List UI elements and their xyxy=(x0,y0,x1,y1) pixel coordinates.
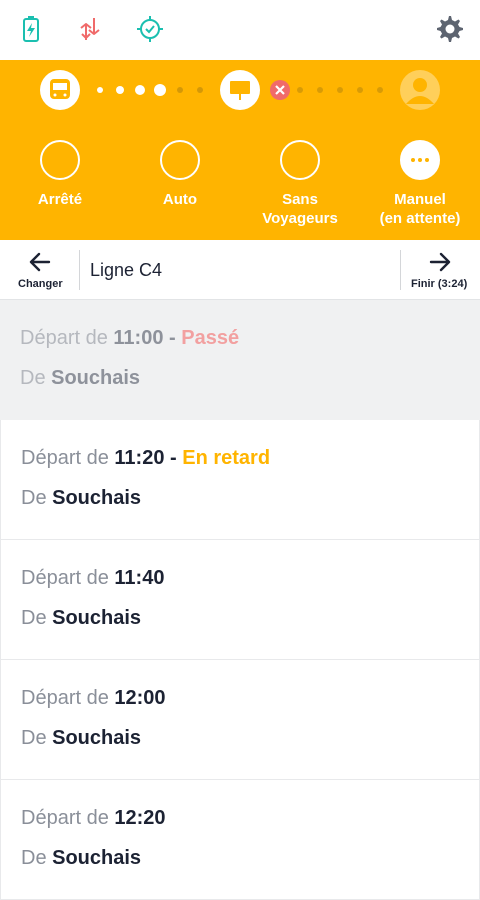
departure-prefix: Départ de xyxy=(21,807,115,829)
departure-title: Départ de 12:20 xyxy=(21,807,166,830)
mode-radio-circle-selected[interactable] xyxy=(400,140,440,180)
origin-prefix: De xyxy=(20,367,52,389)
mode-no-passengers[interactable]: Sans Voyageurs xyxy=(240,140,360,240)
departure-time: 11:00 xyxy=(113,327,164,349)
departure-origin: De Souchais xyxy=(21,847,141,870)
mode-label: Auto xyxy=(162,191,198,208)
origin-prefix: De xyxy=(21,847,53,869)
gps-target-check-icon[interactable] xyxy=(135,14,165,44)
departure-row[interactable]: Départ de 11:20 - En retard De Souchais xyxy=(0,420,480,540)
mode-auto[interactable]: Auto xyxy=(120,140,240,240)
departure-title: Départ de 11:40 xyxy=(21,567,164,590)
arrow-right-icon xyxy=(429,252,451,272)
finish-trip-label: Finir (3:24) xyxy=(411,278,468,290)
origin-stop: Souchais xyxy=(52,727,142,749)
mode-label: Arrêté xyxy=(37,191,83,208)
mode-radio-circle[interactable] xyxy=(160,140,200,180)
more-dots-icon xyxy=(411,158,429,162)
departure-row[interactable]: Départ de 11:00 - Passé De Souchais xyxy=(0,300,480,420)
trip-progress-bar xyxy=(40,70,440,110)
origin-stop: Souchais xyxy=(52,607,142,629)
departure-title: Départ de 12:00 xyxy=(21,687,166,710)
battery-charging-icon[interactable] xyxy=(16,14,46,44)
data-transfer-icon[interactable] xyxy=(75,14,105,44)
departure-row[interactable]: Départ de 11:40 De Souchais xyxy=(0,540,480,660)
mode-radio-circle[interactable] xyxy=(40,140,80,180)
departure-title: Départ de 11:20 - En retard xyxy=(21,447,270,470)
departure-prefix: Départ de xyxy=(20,327,114,349)
settings-gear-icon[interactable] xyxy=(435,14,465,44)
departure-prefix: Départ de xyxy=(21,447,115,469)
current-line-name: Ligne C4 xyxy=(90,260,163,280)
status-badge: En retard xyxy=(182,447,271,469)
mode-manual-pending[interactable]: Manuel (en attente) xyxy=(360,140,480,240)
departure-row[interactable]: Départ de 12:20 De Souchais xyxy=(0,780,480,900)
departure-row[interactable]: Départ de 12:00 De Souchais xyxy=(0,660,480,780)
origin-prefix: De xyxy=(21,607,53,629)
mode-radio-circle[interactable] xyxy=(280,140,320,180)
arrow-left-icon xyxy=(29,252,51,272)
change-line-label: Changer xyxy=(18,278,63,290)
origin-stop: Souchais xyxy=(51,367,141,389)
departure-origin: De Souchais xyxy=(21,727,141,750)
top-status-bar xyxy=(0,0,480,60)
bus-icon xyxy=(40,70,80,110)
departure-time: 11:40 xyxy=(114,567,165,589)
origin-prefix: De xyxy=(21,487,53,509)
finish-trip-button[interactable]: Finir (3:24) xyxy=(401,240,480,300)
departure-prefix: Départ de xyxy=(21,567,115,589)
change-line-button[interactable]: Changer xyxy=(0,240,80,300)
departure-time: 11:20 xyxy=(114,447,165,469)
mode-label: Sans Voyageurs xyxy=(262,191,338,227)
bus-stop-icon xyxy=(220,70,260,110)
vehicle-status-panel: Arrêté Auto Sans Voyageurs Manuel (en at… xyxy=(0,60,480,240)
departure-time: 12:00 xyxy=(114,687,166,709)
line-navigation-bar: Changer Ligne C4 Finir (3:24) xyxy=(0,240,480,300)
origin-stop: Souchais xyxy=(52,847,142,869)
departures-list: Départ de 11:00 - Passé De Souchais Dépa… xyxy=(0,300,480,900)
origin-stop: Souchais xyxy=(52,487,142,509)
departure-prefix: Départ de xyxy=(21,687,115,709)
close-x-icon xyxy=(270,80,290,100)
divider xyxy=(79,250,80,290)
departure-origin: De Souchais xyxy=(21,607,141,630)
departure-title: Départ de 11:00 - Passé xyxy=(20,327,239,350)
status-separator: - xyxy=(163,327,182,349)
mode-label: Manuel (en attente) xyxy=(379,191,461,227)
driving-mode-selector: Arrêté Auto Sans Voyageurs Manuel (en at… xyxy=(0,140,480,240)
departure-origin: De Souchais xyxy=(21,487,141,510)
status-separator: - xyxy=(164,447,183,469)
status-badge: Passé xyxy=(181,327,240,349)
origin-prefix: De xyxy=(21,727,53,749)
mode-stopped[interactable]: Arrêté xyxy=(0,140,120,240)
departure-origin: De Souchais xyxy=(20,367,140,390)
user-avatar-icon xyxy=(400,70,440,110)
departure-time: 12:20 xyxy=(114,807,166,829)
